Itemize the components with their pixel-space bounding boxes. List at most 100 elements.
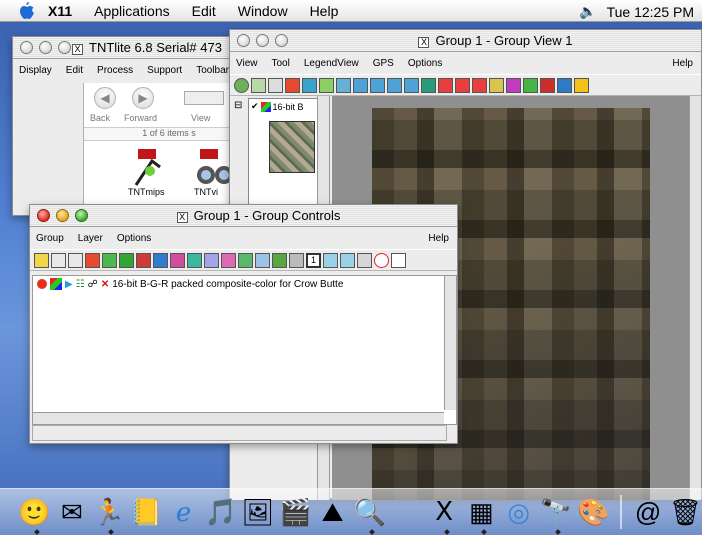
full-view-icon[interactable] (251, 77, 266, 93)
markup-icon[interactable] (506, 77, 521, 93)
close-button[interactable] (237, 34, 250, 47)
mail-icon[interactable]: ✉ (55, 493, 88, 531)
zoom-1x-icon[interactable] (387, 77, 402, 93)
tntmips-icon[interactable]: 🔭 (539, 493, 572, 535)
add-legend-icon[interactable] (272, 252, 287, 268)
list-vertical-scrollbar[interactable] (444, 276, 456, 410)
stop-icon[interactable] (574, 77, 589, 93)
expand-arrow-icon[interactable]: ▶ (65, 279, 73, 290)
apple-menu-icon[interactable] (16, 1, 38, 21)
ichat-icon[interactable]: 🏃 (92, 493, 125, 535)
save-icon[interactable] (557, 77, 572, 93)
network-icon[interactable]: ◎ (502, 493, 535, 531)
internet-icon[interactable]: @ (632, 493, 665, 531)
zoom-button[interactable] (75, 209, 88, 222)
system-prefs-icon[interactable] (390, 493, 423, 531)
link-icon[interactable]: ☍ (88, 279, 98, 290)
layer-name[interactable]: 16-bit B-G-R packed composite-color for … (112, 279, 343, 290)
menu-gps[interactable]: GPS (373, 58, 394, 69)
forward-button[interactable]: ▶ (132, 87, 154, 109)
terminal-icon[interactable]: ▦ (465, 493, 498, 535)
layout-icon[interactable] (289, 252, 304, 268)
layer-visible-icon[interactable] (37, 279, 47, 289)
paint-icon[interactable]: 🎨 (577, 493, 610, 531)
menu-window[interactable]: Window (238, 3, 288, 19)
pan-icon[interactable] (302, 77, 317, 93)
address-book-icon[interactable]: 📒 (130, 493, 163, 531)
menu-options[interactable]: Options (117, 233, 151, 244)
checkmark-icon[interactable]: ✔ (251, 101, 259, 112)
add-text-icon[interactable] (221, 252, 236, 268)
legend-item-label[interactable]: 16-bit B (273, 102, 304, 112)
menu-applications[interactable]: Applications (94, 3, 170, 19)
close-button[interactable] (20, 41, 33, 54)
view-toggle[interactable] (184, 91, 224, 105)
gps-icon[interactable] (523, 77, 538, 93)
menu-display[interactable]: Display (19, 65, 52, 76)
arrow-icon[interactable] (455, 77, 470, 93)
tnt-icon[interactable]: ⛰ (316, 493, 349, 531)
tntmips-app-icon[interactable] (132, 147, 168, 187)
menu-layer[interactable]: Layer (78, 233, 103, 244)
print-icon[interactable] (540, 77, 555, 93)
move-up-icon[interactable] (323, 252, 338, 268)
zoom-box-icon[interactable] (336, 77, 351, 93)
menu-app-name[interactable]: X11 (48, 3, 72, 19)
delete-layer-icon[interactable]: ✕ (101, 279, 109, 290)
zoom-tool-icon[interactable] (404, 77, 419, 93)
list-horizontal-scrollbar[interactable] (33, 412, 444, 424)
open-group-icon[interactable] (51, 252, 66, 268)
group-controls-titlebar[interactable]: X Group 1 - Group Controls (30, 205, 457, 227)
save-group-icon[interactable] (68, 252, 83, 268)
add-layer-icon[interactable] (285, 77, 300, 93)
sketch-icon[interactable] (489, 77, 504, 93)
back-button[interactable]: ◀ (94, 87, 116, 109)
zoom-in-icon[interactable] (353, 77, 368, 93)
menu-edit[interactable]: Edit (66, 65, 83, 76)
new-group-icon[interactable] (34, 252, 49, 268)
collapse-toggle-icon[interactable]: ⊟ (234, 100, 242, 111)
redraw-icon[interactable] (234, 77, 249, 93)
cancel-icon[interactable] (374, 252, 389, 268)
view-scrollbar[interactable] (689, 96, 701, 500)
add-region-icon[interactable] (204, 252, 219, 268)
pointer-icon[interactable] (472, 77, 487, 93)
minimize-button[interactable] (39, 41, 52, 54)
minimize-button[interactable] (56, 209, 69, 222)
menu-view[interactable]: View (236, 58, 258, 69)
tntview-app-icon[interactable] (194, 147, 234, 187)
layer-controls-icon[interactable]: ☷ (76, 279, 85, 290)
menu-edit[interactable]: Edit (192, 3, 216, 19)
menu-group[interactable]: Group (36, 233, 64, 244)
finder-icon[interactable]: 🙂 (18, 493, 51, 535)
ie-icon[interactable]: ℯ (167, 493, 200, 531)
zoom-button[interactable] (275, 34, 288, 47)
menu-tool[interactable]: Tool (272, 58, 290, 69)
close-button[interactable] (37, 209, 50, 222)
window-icon[interactable] (268, 77, 283, 93)
itunes-icon[interactable]: 🎵 (204, 493, 237, 531)
remove-icon[interactable] (357, 252, 372, 268)
menu-legendview[interactable]: LegendView (304, 58, 359, 69)
add-shape-icon[interactable] (153, 252, 168, 268)
sherlock-icon[interactable]: 🔍 (353, 493, 386, 535)
layer-row[interactable]: ▶ ☷ ☍ ✕ 16-bit B-G-R packed composite-co… (33, 276, 456, 292)
move-down-icon[interactable] (340, 252, 355, 268)
zoom-button[interactable] (58, 41, 71, 54)
menu-options[interactable]: Options (408, 58, 442, 69)
menu-help[interactable]: Help (672, 58, 693, 69)
menu-clock[interactable]: Tue 12:25 PM (607, 4, 694, 20)
add-rgb-icon[interactable] (187, 252, 202, 268)
add-scale-icon[interactable] (255, 252, 270, 268)
select-icon[interactable] (438, 77, 453, 93)
add-tin-icon[interactable] (170, 252, 185, 268)
x11-icon[interactable]: X (428, 493, 461, 535)
imovie-icon[interactable]: 🎬 (279, 493, 312, 531)
menu-help[interactable]: Help (310, 3, 339, 19)
measure-icon[interactable] (319, 77, 334, 93)
add-layer-icon[interactable] (85, 252, 100, 268)
group-view-titlebar[interactable]: X Group 1 - Group View 1 (230, 30, 701, 52)
zoom-out-icon[interactable] (370, 77, 385, 93)
iphoto-icon[interactable]: 🖼 (241, 493, 275, 531)
undo-icon[interactable] (391, 252, 406, 268)
